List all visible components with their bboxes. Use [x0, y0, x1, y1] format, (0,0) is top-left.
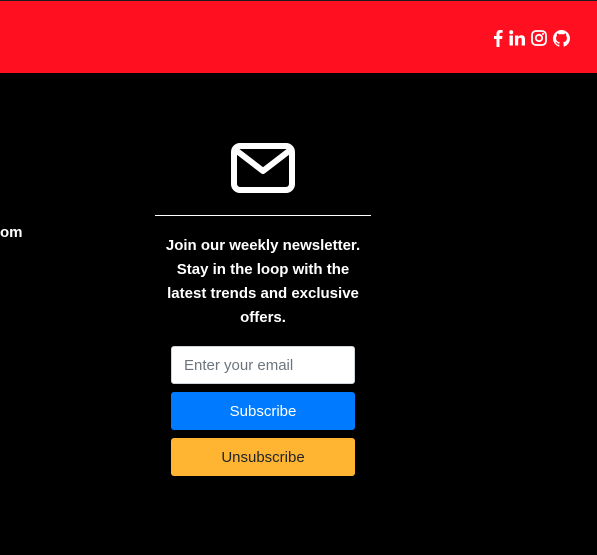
divider: [155, 215, 371, 216]
instagram-link[interactable]: [531, 30, 547, 46]
subscribe-button[interactable]: Subscribe: [171, 392, 355, 430]
unsubscribe-button[interactable]: Unsubscribe: [171, 438, 355, 476]
linkedin-link[interactable]: [509, 30, 525, 46]
envelope-icon: [231, 143, 295, 193]
top-bar: [0, 0, 597, 73]
github-icon: [553, 29, 570, 47]
facebook-link[interactable]: [493, 29, 503, 47]
github-link[interactable]: [553, 29, 570, 47]
email-input[interactable]: [171, 346, 355, 384]
contact-text-fragment: om: [0, 224, 23, 241]
footer: om Join our weekly newsletter. Stay in t…: [0, 73, 597, 555]
social-links: [493, 28, 570, 48]
linkedin-icon: [509, 30, 525, 46]
newsletter-description: Join our weekly newsletter. Stay in the …: [165, 237, 361, 326]
instagram-icon: [531, 30, 547, 46]
facebook-icon: [494, 30, 503, 47]
